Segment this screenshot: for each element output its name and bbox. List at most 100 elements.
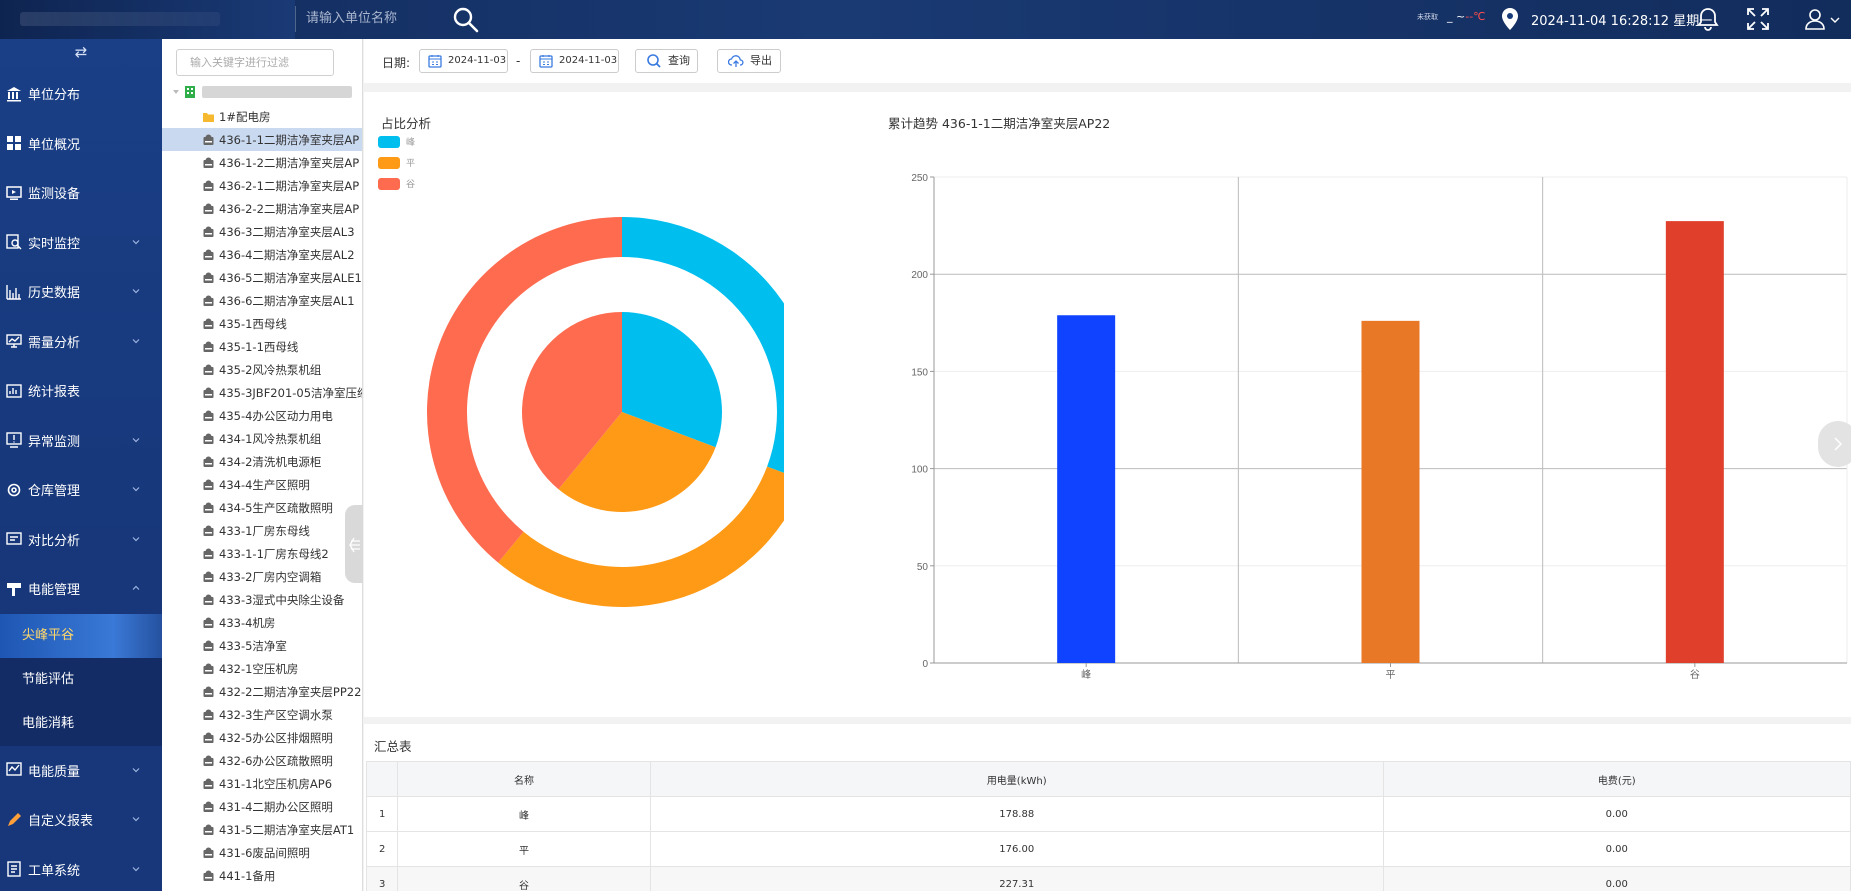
meter-icon [203,732,214,743]
meter-icon [203,272,214,283]
tree-node[interactable]: 431-1北空压机房AP6 [162,772,362,795]
tree-node[interactable]: 436-3二期洁净室夹层AL3 [162,220,362,243]
screen-icon [6,334,22,348]
user-menu-chevron-icon[interactable] [1830,14,1840,24]
tree-node-label: 435-1西母线 [219,316,287,331]
legend-item-valley[interactable]: 谷 [378,177,415,190]
nav-item-energy-management[interactable]: 电能管理 [0,564,162,614]
tree-node[interactable]: 432-2二期洁净室夹层PP22 [162,680,362,703]
sub-item-peak-valley[interactable]: 尖峰平谷 [0,613,162,658]
tree-node-label: 436-1-1二期洁净室夹层AP [219,132,360,147]
tree-node[interactable]: 433-3湿式中央除尘设备 [162,588,362,611]
meter-icon [203,640,214,651]
tree-node[interactable]: 434-2清洗机电源柜 [162,450,362,473]
user-icon[interactable] [1803,6,1829,32]
query-button[interactable]: 查询 [635,49,698,73]
tree-node-label: 436-5二期洁净室夹层ALE1 [219,270,362,285]
nav-item-demand-analysis[interactable]: 需量分析 [0,317,162,367]
legend-swatch-valley [378,177,400,190]
tree-node[interactable]: 433-2厂房内空调箱 [162,565,362,588]
tree-node-label: 431-6废品间照明 [219,845,310,860]
tree-node[interactable]: 433-1厂房东母线 [162,519,362,542]
tree-node[interactable]: 435-1西母线 [162,312,362,335]
carousel-next-button[interactable] [1818,421,1851,467]
tree-node[interactable]: 1#配电房 [162,105,362,128]
bar-chart: 0 50 100 150 200 250 峰 平 谷 [911,173,1848,681]
tree-node[interactable]: 435-3JBF201-05洁净室压缩 [162,381,362,404]
tree-node[interactable]: 432-1空压机房 [162,657,362,680]
tree-node[interactable]: 434-5生产区疏散照明 [162,496,362,519]
nav-item-label: 实时监控 [28,236,81,252]
tree-node[interactable]: 433-5洁净室 [162,634,362,657]
nav-item-history-data[interactable]: 历史数据 [0,267,162,317]
y-tick-label: 150 [911,367,928,378]
fullscreen-icon[interactable] [1745,6,1771,32]
tree-node[interactable]: 432-5办公区排烟照明 [162,726,362,749]
nav-item-realtime-monitoring[interactable]: 实时监控 [0,218,162,268]
end-date-picker[interactable]: 2024-11-03 [530,49,619,73]
legend-label: 谷 [406,180,416,190]
bar-section-title: 累计趋势 436-1-1二期洁净室夹层AP22 [888,116,1111,131]
nav-collapse-toggle-icon[interactable]: ⇄ [0,39,162,69]
tree-node[interactable]: 432-6办公区疏散照明 [162,749,362,772]
tree-node[interactable]: 435-4办公区动力用电 [162,404,362,427]
tree-node[interactable]: 432-3生产区空调水泵 [162,703,362,726]
nav-item-statistics-report[interactable]: 统计报表 [0,366,162,416]
bar-2[interactable] [1665,221,1724,663]
tree-node-label: 434-4生产区照明 [219,477,310,492]
tree-node[interactable]: 436-1-2二期洁净室夹层AP [162,151,362,174]
column-header-kwh[interactable]: 用电量(kWh) [649,761,1384,797]
search-icon[interactable] [452,6,480,34]
tree-node[interactable]: 436-6二期洁净室夹层AL1 [162,289,362,312]
tree-node[interactable]: 436-1-1二期洁净室夹层AP [162,128,362,151]
location-icon[interactable] [1500,7,1520,31]
legend-item-flat[interactable]: 平 [378,156,415,169]
tree-node[interactable]: 431-5二期洁净室夹层AT1 [162,818,362,841]
tree-node[interactable]: 436-5二期洁净室夹层ALE1 [162,266,362,289]
nav-item-monitoring-devices[interactable]: 监测设备 [0,168,162,218]
tree-node[interactable]: 431-6废品间照明 [162,841,362,864]
tree-filter-input[interactable]: 输入关键字进行过滤 [176,49,334,76]
x-tick-label: 平 [1386,670,1396,681]
tree-node[interactable]: 436-2-2二期洁净室夹层AP [162,197,362,220]
nav-item-label: 统计报表 [28,385,81,401]
tree-node[interactable]: 434-4生产区照明 [162,473,362,496]
tree-collapse-handle[interactable] [345,505,363,583]
meter-icon [203,594,214,605]
tree-node[interactable]: 435-2风冷热泵机组 [162,358,362,381]
tree-node[interactable]: 441-1备用 [162,864,362,887]
meter-icon [203,778,214,789]
bell-icon[interactable] [1695,6,1721,32]
column-header-fee[interactable]: 电费(元) [1382,761,1851,797]
tree-node[interactable]: 433-4机房 [162,611,362,634]
export-button[interactable]: 导出 [717,49,781,73]
query-toolbar: 日期: 2024-11-03 - 2024-11-03 查询 导出 [364,39,1851,83]
nav-item-unit-overview[interactable]: 单位概况 [0,119,162,169]
tree-root-node[interactable] [172,82,352,102]
nav-item-ticket-system[interactable]: 工单系统 [0,845,162,891]
tree-node[interactable]: 435-1-1西母线 [162,335,362,358]
sub-item-energy-saving-evaluation[interactable]: 节能评估 [0,657,162,702]
legend-item-peak[interactable]: 峰 [378,135,415,148]
nav-item-unit-distribution[interactable]: 单位分布 [0,69,162,119]
bar-0[interactable] [1057,315,1116,663]
column-header-name[interactable]: 名称 [397,761,651,797]
tree-node[interactable]: 434-1风冷热泵机组 [162,427,362,450]
tree-node[interactable]: 436-2-1二期洁净室夹层AP [162,174,362,197]
nav-item-warehouse-management[interactable]: 仓库管理 [0,465,162,515]
brand-logo [0,0,295,39]
tree-node[interactable]: 436-4二期洁净室夹层AL2 [162,243,362,266]
tree-node[interactable]: 433-1-1厂房东母线2 [162,542,362,565]
bar-1[interactable] [1361,320,1420,663]
nav-item-comparison-analysis[interactable]: 对比分析 [0,515,162,565]
nav-item-power-quality[interactable]: 电能质量 [0,746,162,796]
summary-table: 名称 用电量(kWh) 电费(元) 1 峰 178.88 0.00 2 平 17… [366,761,1851,891]
temperature: _ ~--℃ [1447,10,1486,23]
tree-node[interactable]: 431-4二期办公区照明 [162,795,362,818]
sub-item-energy-consumption[interactable]: 电能消耗 [0,701,162,746]
caret-down-icon [173,90,179,94]
tree-node-label: 436-1-2二期洁净室夹层AP [219,155,360,170]
nav-item-custom-report[interactable]: 自定义报表 [0,795,162,845]
start-date-picker[interactable]: 2024-11-03 [419,49,508,73]
nav-item-anomaly-detection[interactable]: 异常监测 [0,416,162,466]
